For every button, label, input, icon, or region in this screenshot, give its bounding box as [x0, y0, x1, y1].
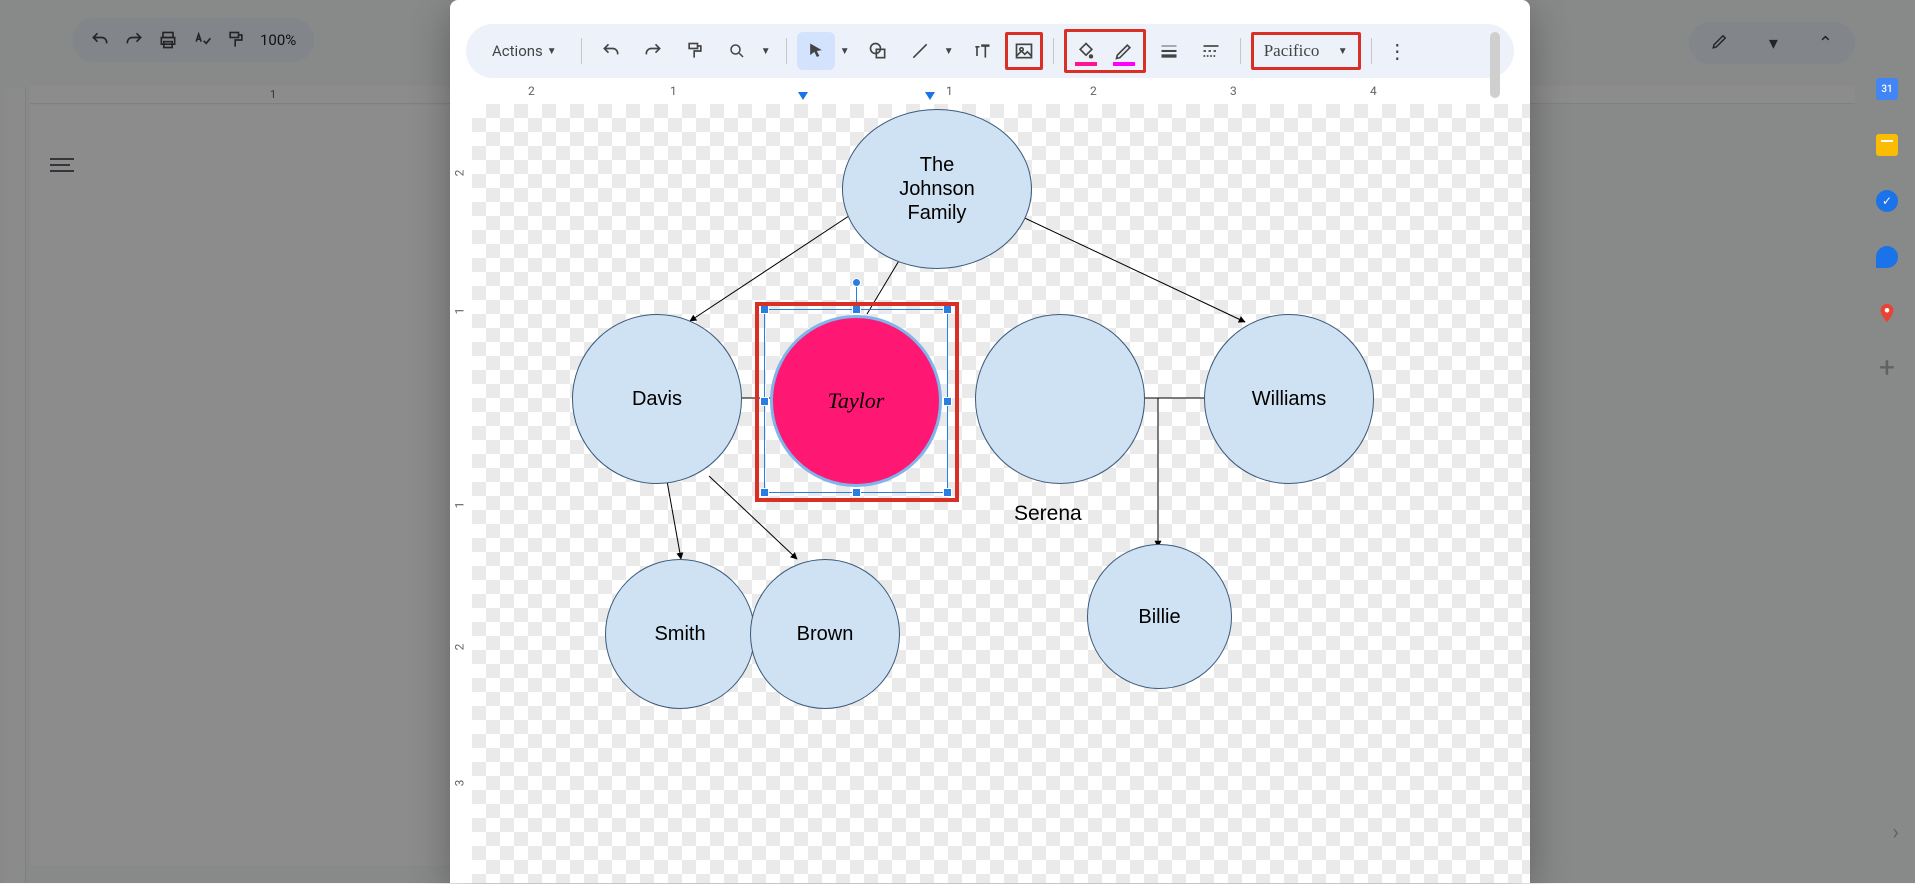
ruler-tick: 2	[1090, 84, 1097, 98]
node-label: Brown	[797, 622, 854, 646]
label-serena[interactable]: Serena	[1014, 502, 1082, 526]
ruler-indent-marker[interactable]	[924, 90, 936, 100]
ruler-tick: 3	[1230, 84, 1237, 98]
border-dash-button[interactable]	[1192, 32, 1230, 70]
ruler-tick: 2	[528, 84, 535, 98]
ruler-tick: 3	[452, 780, 466, 787]
calendar-icon[interactable]	[1876, 78, 1898, 100]
fill-color-button[interactable]	[1067, 32, 1105, 70]
node-williams[interactable]: Williams	[1204, 314, 1374, 484]
border-weight-button[interactable]	[1150, 32, 1188, 70]
line-tool-dropdown[interactable]: ▼	[943, 46, 955, 57]
node-davis[interactable]: Davis	[572, 314, 742, 484]
line-tool-button[interactable]	[901, 32, 939, 70]
node-billie[interactable]: Billie	[1087, 544, 1232, 689]
highlight-selected-shape	[755, 302, 959, 502]
maps-icon[interactable]	[1876, 302, 1898, 324]
node-label: Billie	[1138, 605, 1180, 629]
ruler-tick: 1	[946, 84, 953, 98]
node-johnson-family[interactable]: The Johnson Family	[842, 109, 1032, 269]
collapse-side-panel-icon[interactable]: ›	[1892, 820, 1899, 845]
border-color-button[interactable]	[1105, 32, 1143, 70]
undo-button[interactable]	[592, 32, 630, 70]
font-name: Pacifico	[1264, 41, 1320, 61]
more-options-button[interactable]: ⋮	[1382, 39, 1412, 63]
side-panel: +	[1859, 78, 1915, 378]
vertical-scrollbar-thumb[interactable]	[1490, 32, 1500, 98]
zoom-dropdown[interactable]: ▼	[760, 46, 772, 57]
drawing-toolbar: Actions ▼ ▼ ▼	[466, 24, 1514, 78]
ruler-indent-marker[interactable]	[797, 90, 809, 100]
ruler-tick: 1	[452, 502, 466, 509]
ruler-tick: 4	[1370, 84, 1377, 98]
node-label: Williams	[1252, 387, 1326, 411]
node-brown[interactable]: Brown	[750, 559, 900, 709]
contacts-icon[interactable]	[1876, 246, 1898, 268]
caret-down-icon: ▼	[1338, 46, 1348, 57]
ruler-tick: 2	[452, 644, 466, 651]
select-tool-dropdown[interactable]: ▼	[839, 46, 851, 57]
text-box-button[interactable]	[963, 32, 1001, 70]
image-button[interactable]	[1005, 32, 1043, 70]
tasks-icon[interactable]	[1876, 190, 1898, 212]
drawing-vertical-ruler: 2 1 1 2 3	[450, 104, 472, 883]
caret-down-icon: ▼	[547, 46, 557, 57]
drawing-canvas[interactable]: The Johnson Family Davis Taylor	[472, 104, 1530, 883]
drawing-horizontal-ruler: 2 1 1 2 3 4	[472, 82, 1530, 104]
shape-tool-button[interactable]	[859, 32, 897, 70]
ruler-tick: 1	[670, 84, 677, 98]
font-picker[interactable]: Pacifico ▼	[1251, 32, 1361, 70]
add-addon-icon[interactable]: +	[1879, 358, 1895, 378]
zoom-button[interactable]	[718, 32, 756, 70]
node-smith[interactable]: Smith	[605, 559, 755, 709]
redo-button[interactable]	[634, 32, 672, 70]
actions-menu[interactable]: Actions ▼	[476, 36, 571, 66]
node-label: The Johnson Family	[899, 153, 975, 225]
keep-icon[interactable]	[1876, 134, 1898, 156]
paint-format-button[interactable]	[676, 32, 714, 70]
rotation-handle[interactable]	[852, 278, 861, 287]
node-label: Smith	[654, 622, 705, 646]
actions-label: Actions	[492, 42, 543, 60]
node-label: Davis	[632, 387, 682, 411]
drawing-editor-modal: Actions ▼ ▼ ▼	[450, 0, 1530, 883]
ruler-tick: 2	[452, 170, 466, 177]
ruler-tick: 1	[452, 308, 466, 315]
node-serena[interactable]	[975, 314, 1145, 484]
select-tool-button[interactable]	[797, 32, 835, 70]
